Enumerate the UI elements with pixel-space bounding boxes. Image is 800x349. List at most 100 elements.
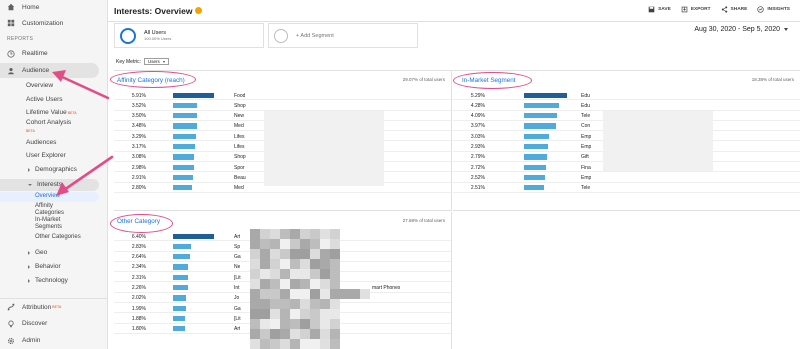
- row-label[interactable]: Shop: [234, 154, 246, 160]
- redaction-pixel: [310, 279, 320, 289]
- sidebar-group-behavior[interactable]: Behavior: [0, 261, 107, 273]
- sidebar-group-interests[interactable]: Interests: [0, 178, 99, 191]
- save-button[interactable]: SAVE: [648, 6, 671, 13]
- sidebar-item-label: Realtime: [22, 50, 48, 57]
- row-label[interactable]: Emp: [581, 134, 591, 140]
- row-label[interactable]: Sp: [234, 244, 240, 250]
- row-percentage: 2.72%: [470, 164, 485, 171]
- row-percentage: 2.31%: [131, 274, 146, 281]
- redaction-pixel: [250, 279, 260, 289]
- sidebar-interests-in-market[interactable]: In-Market Segments: [0, 217, 70, 232]
- redaction-pixel: [300, 249, 310, 259]
- row-label[interactable]: Con: [581, 123, 590, 129]
- redaction-pixel: [250, 269, 260, 279]
- sidebar-item-realtime[interactable]: Realtime: [0, 46, 107, 61]
- row-label[interactable]: Beau: [234, 175, 246, 181]
- redaction-pixel: [290, 289, 300, 299]
- redaction-pixel: [250, 239, 260, 249]
- row-label[interactable]: Ga: [234, 306, 241, 312]
- row-bar: [173, 123, 198, 129]
- row-label[interactable]: Spor: [234, 165, 245, 171]
- table-row: 5.29% Edu: [453, 90, 800, 101]
- row-bar: [173, 305, 186, 311]
- row-percentage: 2.98%: [131, 164, 146, 171]
- row-label[interactable]: Fina: [581, 165, 591, 171]
- sidebar-item-label: Home: [22, 3, 40, 11]
- row-bar: [173, 274, 188, 280]
- sidebar-subitem-active-users[interactable]: Active Users: [0, 93, 107, 107]
- date-range-picker[interactable]: Aug 30, 2020 - Sep 5, 2020: [694, 26, 788, 33]
- row-label[interactable]: Ga: [234, 254, 241, 260]
- in-market-panel: In-Market Segment 18.38% of total users …: [453, 71, 800, 211]
- row-label[interactable]: [Lit: [234, 275, 241, 281]
- sidebar-item-customization[interactable]: Customization: [0, 16, 107, 30]
- redaction-pixel: [300, 229, 310, 239]
- row-label[interactable]: Tele: [581, 185, 590, 191]
- row-label[interactable]: Jo: [234, 295, 239, 301]
- sidebar-item-admin[interactable]: Admin: [0, 332, 107, 349]
- row-label[interactable]: Med: [234, 185, 244, 191]
- sidebar-subitem-overview[interactable]: Overview: [0, 79, 107, 93]
- segment-ring-icon: [120, 27, 136, 44]
- sidebar-subitem-user-explorer[interactable]: User Explorer: [0, 149, 107, 163]
- redaction-pixel: [250, 229, 260, 239]
- sidebar-item-discover[interactable]: Discover: [0, 315, 107, 332]
- row-label[interactable]: Med: [234, 123, 244, 129]
- row-label[interactable]: Art: [234, 326, 240, 332]
- add-segment-button[interactable]: + Add Segment: [268, 23, 418, 48]
- sidebar-group-technology[interactable]: Technology: [0, 275, 107, 287]
- segment-all-users[interactable]: All Users 100.00% Users: [114, 23, 264, 48]
- action-label: SHARE: [730, 7, 748, 12]
- row-label[interactable]: Ne: [234, 264, 240, 270]
- sidebar-subitem-cohort-analysis[interactable]: Cohort Analysis: [0, 118, 107, 127]
- sidebar-item-label: Lifetime Value: [26, 109, 67, 117]
- sidebar-item-audience[interactable]: Audience: [0, 63, 99, 78]
- sidebar-item-label: Customization: [22, 19, 64, 27]
- in-market-panel-title[interactable]: In-Market Segment: [462, 77, 516, 84]
- redaction-pixel: [320, 319, 330, 329]
- row-label[interactable]: Lifes: [234, 134, 245, 140]
- row-percentage: 3.50%: [131, 113, 146, 120]
- redaction-pixel: [270, 289, 280, 299]
- row-bar: [173, 254, 190, 260]
- row-label[interactable]: [Lit: [234, 316, 241, 322]
- sidebar-group-demographics[interactable]: Demographics: [0, 164, 107, 176]
- row-label[interactable]: Art: [234, 234, 240, 240]
- row-label[interactable]: Shop: [234, 103, 246, 109]
- row-label[interactable]: Emp: [581, 144, 591, 150]
- verified-badge-icon: [195, 7, 203, 14]
- sidebar-group-geo[interactable]: Geo: [0, 247, 107, 259]
- row-label[interactable]: New: [234, 113, 244, 119]
- insights-button[interactable]: INSIGHTS: [757, 6, 790, 13]
- row-bar: [173, 113, 198, 119]
- redaction-pixel: [290, 279, 300, 289]
- row-label[interactable]: Food: [234, 93, 245, 99]
- row-bar: [173, 174, 194, 181]
- redaction-pixel: [280, 319, 290, 329]
- affinity-panel-title[interactable]: Affinity Category (reach): [117, 77, 185, 84]
- sidebar-interests-other[interactable]: Other Categories: [0, 234, 107, 241]
- other-panel-title[interactable]: Other Category: [117, 218, 160, 225]
- export-icon: [681, 6, 688, 13]
- redaction-pixel: [300, 329, 310, 339]
- row-label[interactable]: Edu: [581, 103, 590, 109]
- row-label[interactable]: Int: [234, 285, 240, 291]
- sidebar-interests-overview[interactable]: Overview: [0, 191, 99, 202]
- redaction-pixel: [260, 279, 270, 289]
- row-label[interactable]: Edu: [581, 93, 590, 99]
- row-bar: [173, 102, 198, 109]
- sidebar-item-attribution[interactable]: Attribution BETA: [0, 299, 107, 315]
- sidebar-interests-affinity[interactable]: Affinity Categories: [0, 203, 70, 218]
- redaction-pixel: [320, 339, 330, 349]
- row-label[interactable]: Lifes: [234, 144, 245, 150]
- row-label[interactable]: Emp: [581, 175, 591, 181]
- row-label[interactable]: Gift: [581, 154, 589, 160]
- row-label[interactable]: Tele: [581, 113, 590, 119]
- export-button[interactable]: EXPORT: [681, 6, 711, 13]
- redaction-pixel: [290, 309, 300, 319]
- share-button[interactable]: SHARE: [721, 6, 748, 13]
- sidebar-subitem-audiences[interactable]: Audiences: [0, 136, 107, 150]
- key-metric-select[interactable]: Users: [144, 58, 169, 65]
- sidebar-item-home[interactable]: Home: [0, 0, 107, 14]
- redaction-pixel: [330, 319, 340, 329]
